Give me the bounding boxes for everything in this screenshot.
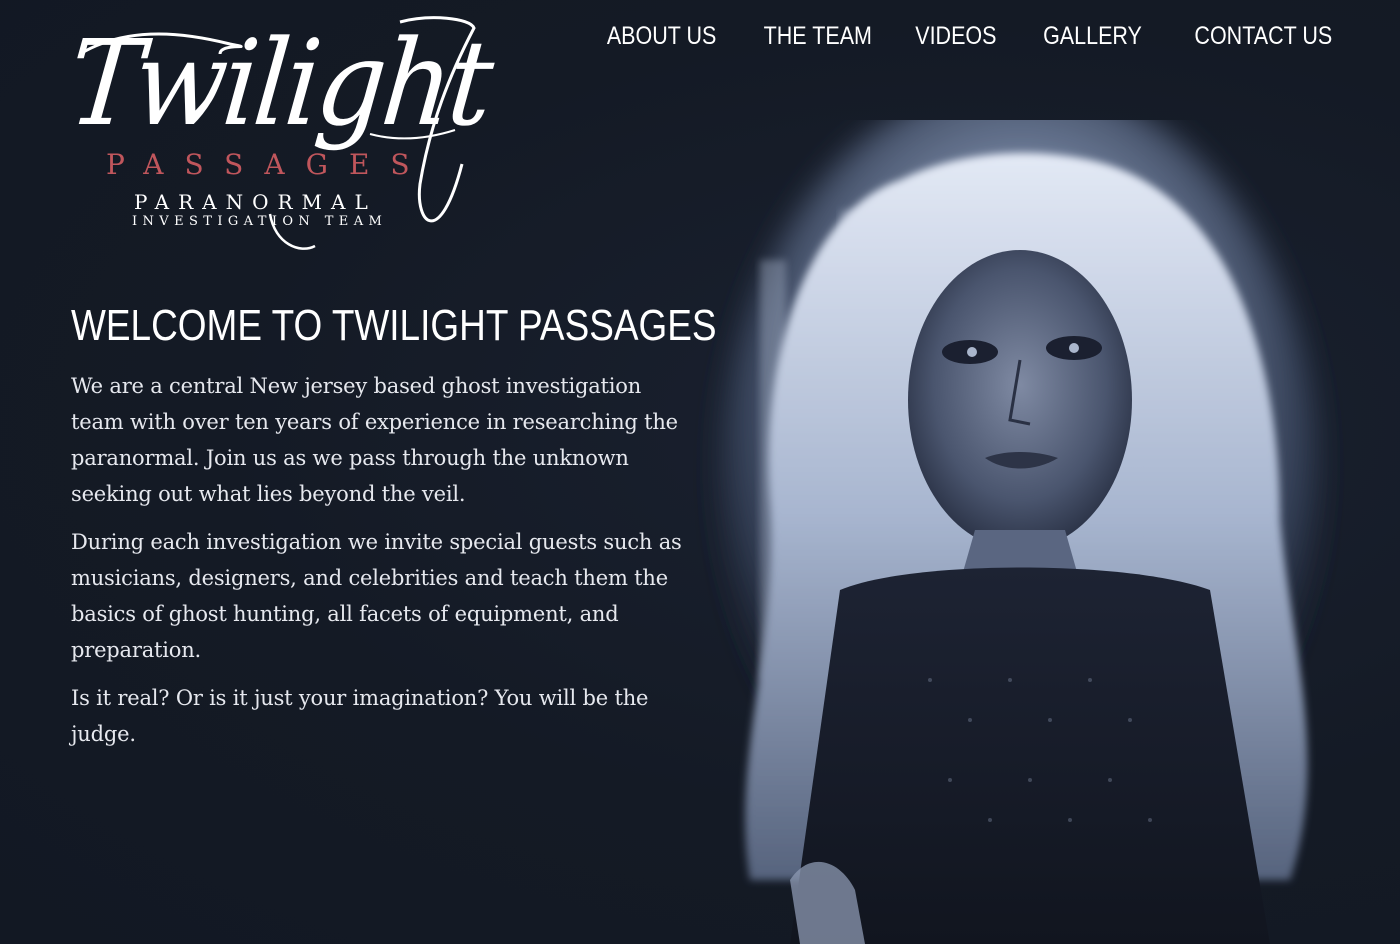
page: Twilight PASSAGES PARANORMAL INVESTIGATI…	[0, 0, 1400, 944]
nav-item-the-team[interactable]: THE TEAM	[764, 18, 872, 54]
guests-paragraph: During each investigation we invite spec…	[71, 530, 682, 662]
site-logo[interactable]: Twilight PASSAGES PARANORMAL INVESTIGATI…	[63, 14, 496, 258]
nav-item-about-us[interactable]: ABOUT US	[607, 18, 717, 54]
intro-paragraph: We are a central New jersey based ghost …	[71, 374, 678, 506]
logo-script-text: Twilight	[63, 14, 496, 152]
nav-item-gallery[interactable]: GALLERY	[1043, 18, 1142, 54]
nav-item-videos[interactable]: VIDEOS	[916, 18, 997, 54]
hero-portrait-image	[690, 120, 1350, 944]
page-title: WELCOME TO TWILIGHT PASSAGES	[71, 301, 717, 350]
logo-passages-text: PASSAGES	[106, 148, 431, 181]
logo-team-text: INVESTIGATION TEAM	[132, 214, 388, 229]
logo-paranormal-text: PARANORMAL	[134, 190, 377, 214]
nav-item-contact-us[interactable]: CONTACT US	[1194, 18, 1332, 54]
main-nav: ABOUT US THE TEAM VIDEOS GALLERY CONTACT…	[589, 18, 1332, 54]
closing-paragraph: Is it real? Or is it just your imaginati…	[71, 686, 649, 746]
welcome-section: WELCOME TO TWILIGHT PASSAGES We are a ce…	[71, 298, 717, 764]
